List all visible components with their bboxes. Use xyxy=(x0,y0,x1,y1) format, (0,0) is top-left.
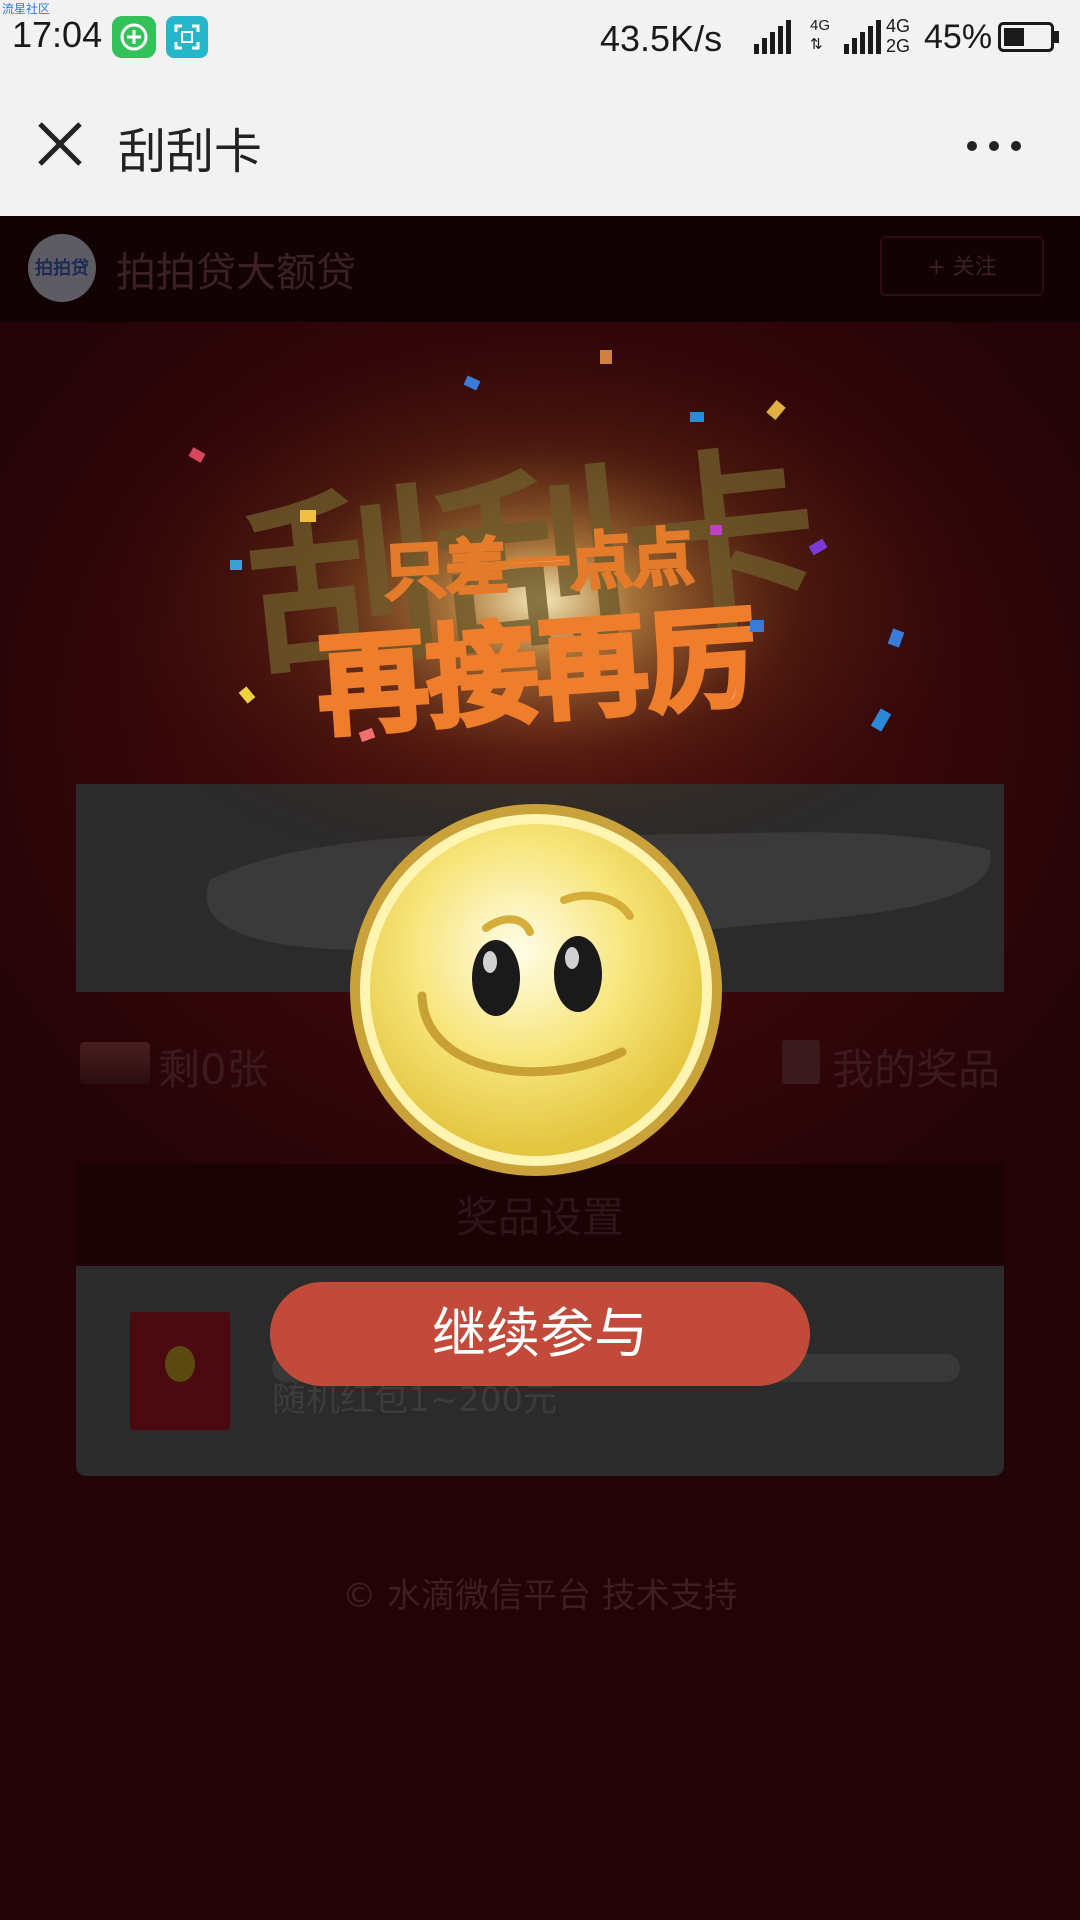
close-button[interactable] xyxy=(30,114,90,174)
continue-button[interactable]: 继续参与 xyxy=(270,1282,810,1386)
footer-credit: © 水滴微信平台 技术支持 xyxy=(342,1576,738,1616)
network-type-2b: 2G xyxy=(886,36,911,56)
status-time: 17:04 xyxy=(12,14,103,55)
yuan-coin-icon xyxy=(165,1346,195,1382)
network-speed: 43.5K/s xyxy=(600,18,723,59)
network-type-label-2: 4G 2G xyxy=(886,16,920,58)
scan-app-icon xyxy=(166,16,208,58)
try-again-banner: 刮刮卡 只差一点点 再接再厉 xyxy=(110,330,970,850)
battery-icon xyxy=(998,22,1060,52)
card-count-icon xyxy=(80,1042,150,1084)
more-dots-icon xyxy=(967,141,1021,151)
data-transfer-icon: ⇅ xyxy=(810,36,823,53)
account-name: 拍拍贷大额贷 xyxy=(116,250,356,296)
signal-strength-icon-2 xyxy=(844,18,884,54)
battery-percent: 45% xyxy=(924,18,993,56)
remaining-count: 剩0张 xyxy=(158,1045,269,1094)
smiley-face-icon xyxy=(346,800,726,1180)
network-type-2a: 4G xyxy=(886,16,911,36)
prize-settings-title: 奖品设置 xyxy=(455,1193,624,1242)
follow-button[interactable]: + 关注 xyxy=(880,236,1044,296)
more-options-button[interactable] xyxy=(960,126,1030,166)
close-icon xyxy=(38,122,82,166)
gift-icon xyxy=(782,1040,820,1084)
network-type-label: 4G ⇅ xyxy=(810,16,840,58)
page-title: 刮刮卡 xyxy=(118,124,263,180)
my-prizes-link[interactable]: 我的奖品 xyxy=(832,1036,1000,1097)
network-type-1: 4G xyxy=(810,17,831,34)
app-notification-icon xyxy=(112,16,156,58)
avatar-logo-text: 拍拍贷 xyxy=(35,258,89,279)
signal-strength-icon xyxy=(754,18,794,54)
